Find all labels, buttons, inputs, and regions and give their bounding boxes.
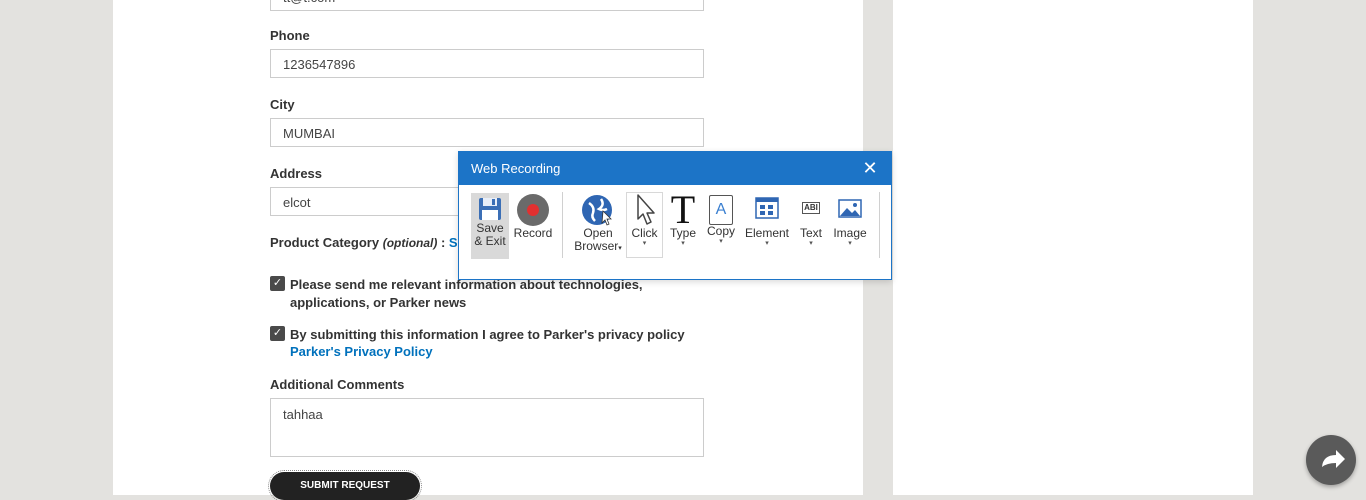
copy-label: Copy	[706, 224, 735, 238]
type-t-icon: T	[670, 187, 696, 232]
image-label: Image	[833, 226, 867, 240]
comments-textarea[interactable]: tahhaa	[270, 398, 704, 457]
product-category-colon: :	[437, 235, 449, 250]
email-field[interactable]: tt@t.com	[270, 0, 704, 11]
copy-document-icon: A	[709, 195, 733, 225]
open-browser-label-2: Browser▾	[574, 239, 622, 253]
share-arrow-icon	[1322, 450, 1345, 468]
consent-privacy-text: By submitting this information I agree t…	[290, 327, 685, 342]
record-icon	[517, 194, 549, 226]
product-category-row: Product Category (optional) : Sele	[270, 235, 476, 250]
dialog-title: Web Recording	[471, 161, 561, 176]
type-button[interactable]: T Type ▾	[666, 187, 700, 248]
submit-request-button[interactable]: SUBMIT REQUEST	[268, 470, 422, 500]
open-browser-button[interactable]: Open Browser▾	[571, 193, 625, 255]
click-label: Click	[631, 226, 658, 240]
consent-news-text: Please send me relevant information abou…	[290, 277, 643, 310]
image-picture-icon	[838, 199, 862, 218]
type-label: Type	[669, 226, 696, 240]
city-label: City	[270, 97, 295, 112]
image-button[interactable]: Image ▾	[832, 193, 868, 248]
cursor-arrow-icon	[636, 194, 655, 225]
click-dropdown-icon[interactable]: ▾	[627, 240, 662, 248]
toolbar-separator	[562, 192, 563, 258]
record-label: Record	[513, 226, 553, 240]
dialog-titlebar: Web Recording ✕	[459, 152, 891, 185]
element-dropdown-icon[interactable]: ▾	[744, 240, 790, 248]
web-recording-dialog: Web Recording ✕ Save & Exit Record Open …	[458, 151, 892, 280]
text-field-icon: ABI	[796, 193, 826, 227]
globe-cursor-icon	[582, 195, 612, 226]
toolbar-separator-end	[879, 192, 880, 258]
save-exit-label-2: & Exit	[474, 234, 506, 248]
city-field[interactable]: MUMBAI	[270, 118, 704, 147]
phone-label: Phone	[270, 28, 310, 43]
text-dropdown-icon[interactable]: ▾	[796, 240, 826, 248]
consent-checkbox-news[interactable]: ✓	[270, 276, 285, 291]
right-panel	[893, 0, 1253, 495]
copy-glyph: A	[715, 201, 727, 218]
click-button[interactable]: Click ▾	[626, 192, 663, 258]
record-button[interactable]: Record	[513, 193, 553, 240]
element-grid-icon	[755, 197, 779, 219]
phone-field[interactable]: 1236547896	[270, 49, 704, 78]
product-category-optional: (optional)	[382, 236, 438, 250]
type-dropdown-icon[interactable]: ▾	[666, 240, 700, 248]
text-button[interactable]: ABI Text ▾	[796, 193, 826, 248]
close-icon[interactable]: ✕	[861, 152, 879, 185]
element-button[interactable]: Element ▾	[744, 193, 790, 248]
consent-checkbox-privacy[interactable]: ✓	[270, 326, 285, 341]
copy-dropdown-icon[interactable]: ▾	[703, 238, 739, 246]
text-label: Text	[799, 226, 822, 240]
floppy-disk-icon	[479, 198, 501, 220]
image-dropdown-icon[interactable]: ▾	[832, 240, 868, 248]
text-glyph: ABI	[802, 202, 820, 214]
comments-label: Additional Comments	[270, 377, 405, 392]
privacy-policy-link[interactable]: Parker's Privacy Policy	[290, 344, 433, 359]
address-label: Address	[270, 166, 323, 181]
copy-button[interactable]: A Copy ▾	[703, 193, 739, 246]
share-button[interactable]	[1306, 435, 1356, 485]
element-label: Element	[744, 226, 790, 240]
save-exit-button[interactable]: Save & Exit	[471, 193, 509, 259]
product-category-label: Product Category	[270, 235, 380, 250]
